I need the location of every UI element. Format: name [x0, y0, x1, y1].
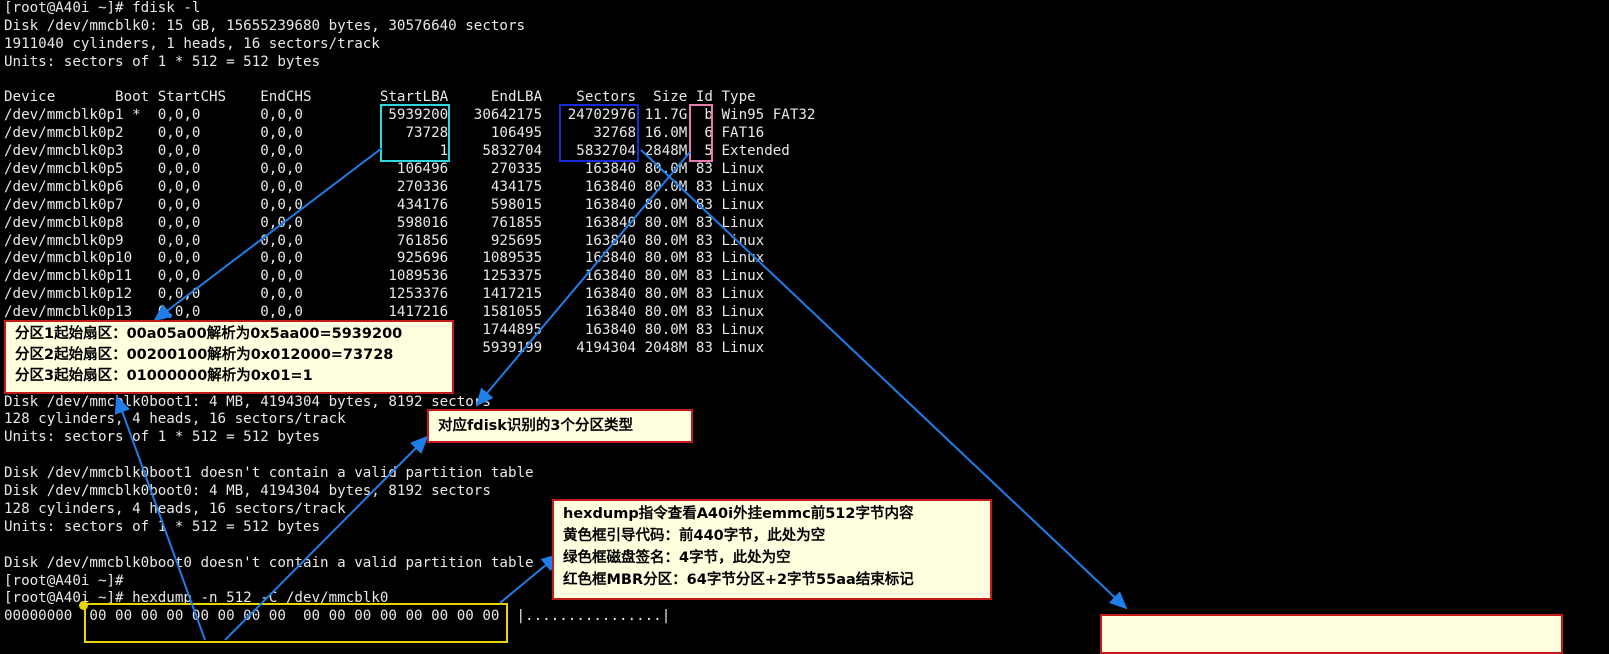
hexdump-info-line-2: 黄色框引导代码：前440字节，此处为空 [563, 528, 826, 544]
terminal-line: 1911040 cylinders, 1 heads, 16 sectors/t… [4, 35, 380, 52]
hexdump-info-callout: hexdump指令查看A40i外挂emmc前512字节内容 黄色框引导代码：前4… [552, 499, 992, 600]
terminal-line: [root@A40i ~]# fdisk -l [4, 0, 201, 16]
partition-types-text: 对应fdisk识别的3个分区类型 [438, 418, 634, 434]
mbr-partition-callout-cut-off [1100, 614, 1563, 654]
terminal-line: /dev/mmcblk0p5 0,0,0 0,0,0 106496 270335… [4, 161, 765, 178]
terminal-line: /dev/mmcblk0p11 0,0,0 0,0,0 1089536 1253… [4, 268, 765, 285]
partition1-start-line: 分区1起始扇区：00a05a00解析为0x5aa00=5939200 [15, 326, 403, 342]
terminal-line: /dev/mmcblk0p8 0,0,0 0,0,0 598016 761855… [4, 214, 765, 231]
partition-start-callout: 分区1起始扇区：00a05a00解析为0x5aa00=5939200 分区2起始… [4, 320, 454, 394]
terminal-line: Units: sectors of 1 * 512 = 512 bytes [4, 429, 321, 446]
partition3-start-line: 分区3起始扇区：01000000解析为0x01=1 [15, 368, 313, 384]
terminal-line: /dev/mmcblk0p9 0,0,0 0,0,0 761856 925695… [4, 232, 765, 249]
terminal-line: /dev/mmcblk0p7 0,0,0 0,0,0 434176 598015… [4, 196, 765, 213]
sectors-highlight-box [559, 104, 639, 162]
hexdump-marker-dot [79, 601, 88, 610]
hexdump-info-line-4: 红色框MBR分区：64字节分区+2字节55aa结束标记 [563, 572, 914, 588]
terminal-line: /dev/mmcblk0p10 0,0,0 0,0,0 925696 10895… [4, 250, 765, 267]
hexdump-bootcode-highlight-box [84, 603, 508, 643]
hexdump-info-line-3: 绿色框磁盘签名：4字节，此处为空 [563, 550, 791, 566]
hexdump-info-line-1: hexdump指令查看A40i外挂emmc前512字节内容 [563, 506, 914, 522]
terminal-line: 128 cylinders, 4 heads, 16 sectors/track [4, 411, 346, 428]
terminal-line: Units: sectors of 1 * 512 = 512 bytes [4, 53, 321, 70]
terminal-line: /dev/mmcblk0p12 0,0,0 0,0,0 1253376 1417… [4, 286, 765, 303]
terminal-line: Disk /dev/mmcblk0boot1: 4 MB, 4194304 by… [4, 393, 491, 410]
terminal-line: Disk /dev/mmcblk0boot1 doesn't contain a… [4, 465, 534, 482]
partition-types-callout: 对应fdisk识别的3个分区类型 [427, 409, 693, 443]
partition2-start-line: 分区2起始扇区：00200100解析为0x012000=73728 [15, 347, 394, 363]
terminal-line: Disk /dev/mmcblk0: 15 GB, 15655239680 by… [4, 17, 526, 34]
startlba-highlight-box [380, 104, 450, 162]
terminal-line: /dev/mmcblk0p6 0,0,0 0,0,0 270336 434175… [4, 178, 765, 195]
partition-id-highlight-box [689, 104, 713, 162]
